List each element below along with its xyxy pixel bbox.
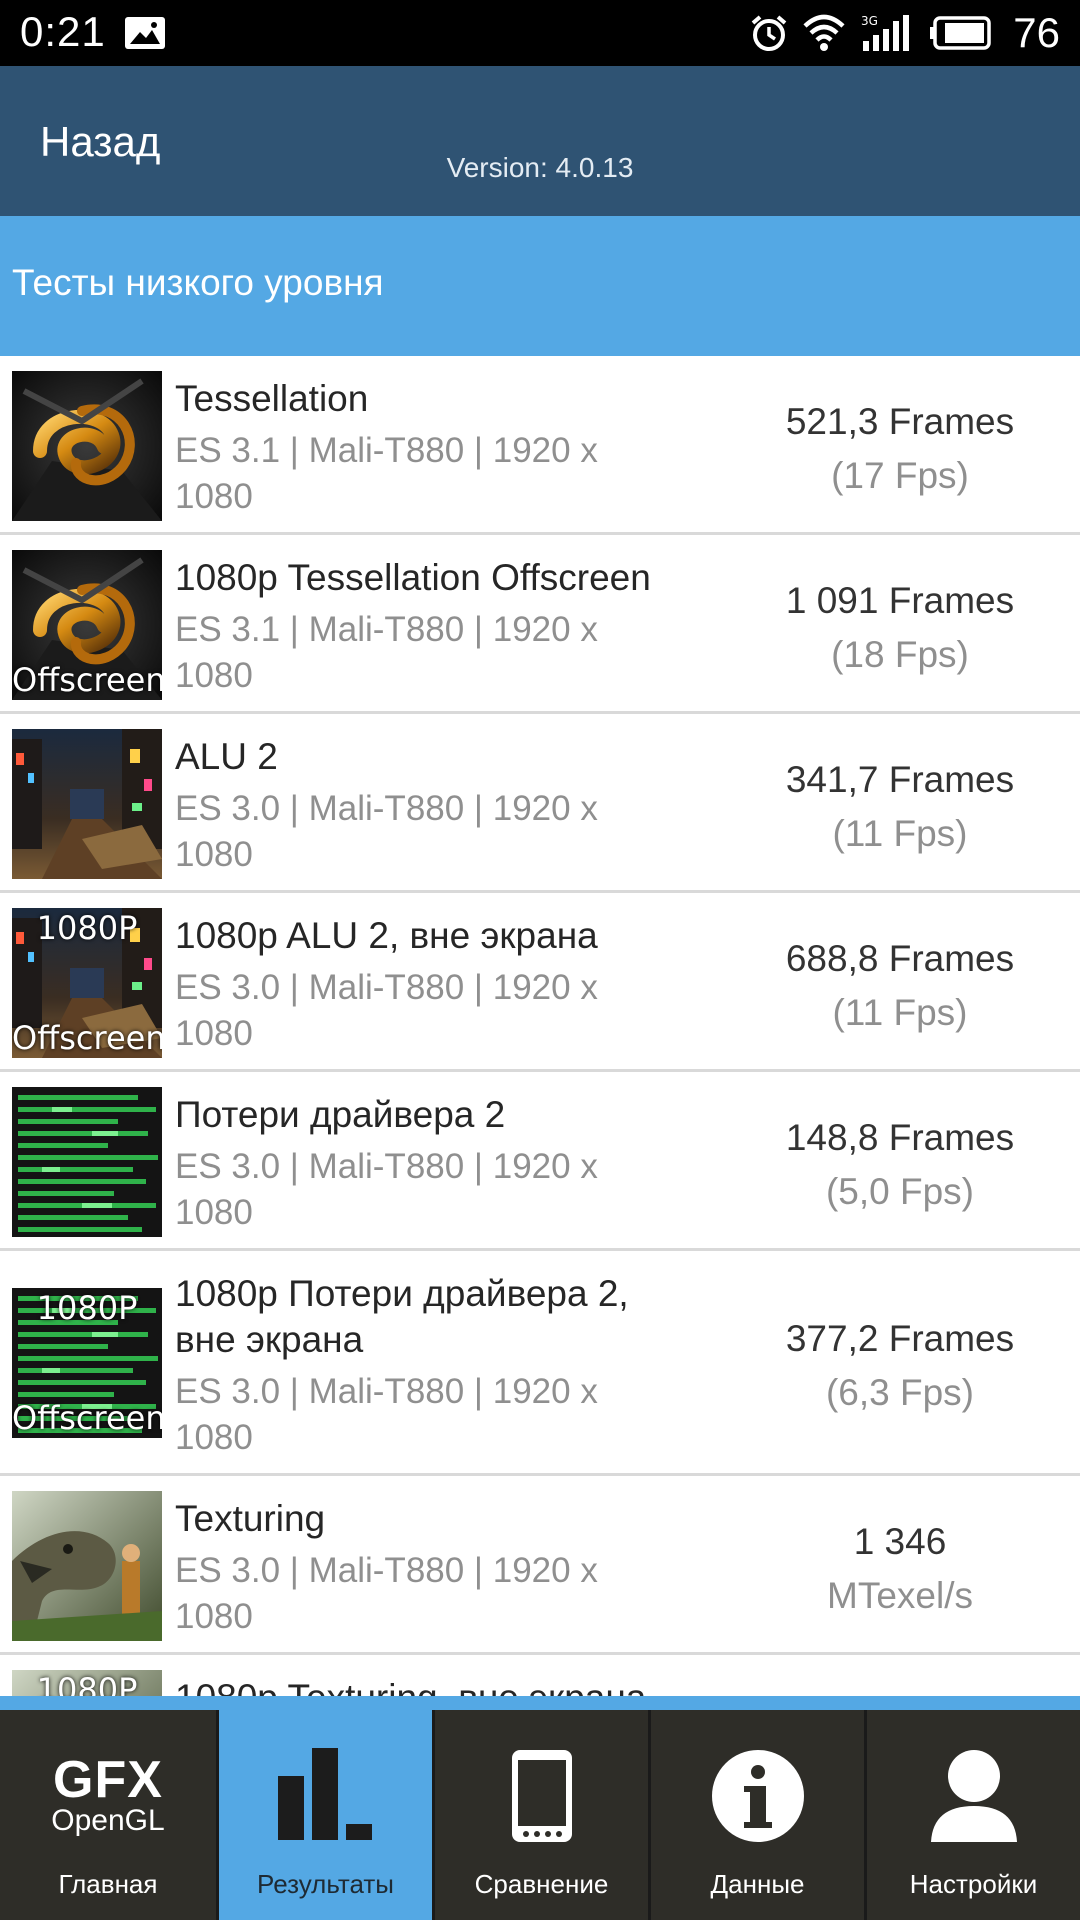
test-fps: (11 Fps)	[832, 813, 968, 854]
battery-level: 76	[1013, 9, 1060, 56]
section-header: Тесты низкого уровня	[0, 216, 1080, 356]
test-details: ES 3.1 | Mali-T880 | 1920 x	[175, 610, 598, 649]
status-bar: 0:21 3G 76	[0, 0, 1080, 66]
test-row-driver-overhead-offscreen[interactable]: 1080P Offscreen 1080p Потери драйвера 2,…	[0, 1251, 1080, 1476]
test-details-resolution: 1080	[175, 835, 253, 874]
results-list[interactable]: Tessellation ES 3.1 | Mali-T880 | 1920 x…	[0, 356, 1080, 1696]
test-row-tessellation[interactable]: Tessellation ES 3.1 | Mali-T880 | 1920 x…	[0, 356, 1080, 535]
tab-label: Результаты	[257, 1869, 394, 1899]
test-title: 1080p ALU 2, вне экрана	[175, 915, 598, 956]
test-details: ES 3.0 | Mali-T880 | 1920 x	[175, 1372, 598, 1411]
image-notification-icon	[125, 17, 165, 49]
thumbnail-driver-overhead	[12, 1087, 162, 1237]
thumbnail-texturing	[12, 1491, 162, 1641]
section-title: Тесты низкого уровня	[12, 262, 384, 303]
wifi-icon	[803, 14, 845, 51]
test-details-resolution: 1080	[175, 1597, 253, 1636]
tab-label: Главная	[58, 1869, 158, 1899]
thumbnail-texturing-offscreen: 1080P	[12, 1670, 162, 1696]
test-details: ES 3.1 | Mali-T880 | 1920 x	[175, 431, 598, 470]
test-details: ES 3.0 | Mali-T880 | 1920 x	[175, 968, 598, 1007]
thumbnail-tessellation-offscreen: Offscreen	[12, 550, 162, 700]
test-title: 1080p Texturing, вне экрана	[175, 1675, 695, 1696]
tab-label: Настройки	[909, 1869, 1038, 1899]
test-score: 1 346	[853, 1521, 947, 1562]
version-label: Version: 4.0.13	[446, 152, 634, 183]
thumbnail-driver-overhead-offscreen: 1080P Offscreen	[12, 1288, 162, 1438]
1080p-badge: 1080P	[36, 909, 138, 947]
test-row-tessellation-offscreen[interactable]: Offscreen 1080p Tessellation Offscreen E…	[0, 535, 1080, 714]
test-score: 1 091 Frames	[785, 580, 1015, 621]
test-fps: (5,0 Fps)	[825, 1171, 975, 1212]
tab-label: Данные	[710, 1869, 805, 1899]
test-fps: (18 Fps)	[831, 634, 969, 675]
status-time: 0:21	[20, 8, 106, 55]
test-title: Потери драйвера 2	[175, 1094, 506, 1135]
test-title: Tessellation	[175, 378, 369, 419]
test-row-texturing[interactable]: Texturing ES 3.0 | Mali-T880 | 1920 x 10…	[0, 1476, 1080, 1655]
test-title-continued: вне экрана	[175, 1319, 364, 1360]
test-fps: (6,3 Fps)	[825, 1372, 975, 1413]
gfx-logo-icon: GFX OpenGL	[51, 1751, 165, 1837]
svg-text:3G: 3G	[861, 14, 878, 28]
test-score: 521,3 Frames	[785, 401, 1015, 442]
test-details-resolution: 1080	[175, 477, 253, 516]
test-title: 1080p Потери драйвера 2,	[175, 1273, 629, 1314]
test-fps: MTexel/s	[827, 1575, 973, 1616]
1080p-badge: 1080P	[36, 1289, 138, 1327]
test-title: Texturing	[175, 1498, 326, 1539]
offscreen-badge: Offscreen	[12, 1399, 162, 1437]
tab-label: Сравнение	[474, 1869, 609, 1899]
test-fps: (11 Fps)	[832, 992, 968, 1033]
tab-home[interactable]: GFX OpenGL Главная	[0, 1710, 216, 1920]
test-details-resolution: 1080	[175, 1418, 253, 1457]
thumbnail-alu2-offscreen: 1080P Offscreen	[12, 908, 162, 1058]
test-details-resolution: 1080	[175, 1014, 253, 1053]
test-fps: (17 Fps)	[831, 455, 969, 496]
test-details: ES 3.0 | Mali-T880 | 1920 x	[175, 789, 598, 828]
test-details: ES 3.0 | Mali-T880 | 1920 x	[175, 1147, 598, 1186]
app-header: Назад Version: 4.0.13	[0, 66, 1080, 216]
test-row-alu2[interactable]: ALU 2 ES 3.0 | Mali-T880 | 1920 x 1080 3…	[0, 714, 1080, 893]
alarm-icon	[751, 15, 787, 51]
test-row-alu2-offscreen[interactable]: 1080P Offscreen 1080p ALU 2, вне экрана …	[0, 893, 1080, 1072]
test-details: ES 3.0 | Mali-T880 | 1920 x	[175, 1551, 598, 1590]
bar-chart-icon	[277, 1748, 372, 1840]
test-score: 341,7 Frames	[785, 759, 1015, 800]
offscreen-badge: Offscreen	[12, 661, 162, 699]
test-title: 1080p Tessellation Offscreen	[175, 557, 651, 598]
test-score: 148,8 Frames	[785, 1117, 1015, 1158]
tab-results[interactable]: Результаты	[216, 1710, 432, 1920]
test-details-resolution: 1080	[175, 656, 253, 695]
test-score: 688,8 Frames	[785, 938, 1015, 979]
offscreen-badge: Offscreen	[12, 1019, 162, 1057]
test-title: ALU 2	[175, 736, 278, 777]
tab-settings[interactable]: Настройки	[864, 1710, 1080, 1920]
1080p-badge: 1080P	[36, 1671, 138, 1696]
thumbnail-tessellation	[12, 371, 162, 521]
info-icon	[711, 1750, 804, 1842]
thumbnail-alu2	[12, 729, 162, 879]
phone-icon	[511, 1750, 572, 1842]
test-row-driver-overhead[interactable]: Потери драйвера 2 ES 3.0 | Mali-T880 | 1…	[0, 1072, 1080, 1251]
test-row-texturing-offscreen[interactable]: 1080P 1080p Texturing, вне экрана	[0, 1655, 1080, 1696]
user-icon	[930, 1750, 1017, 1842]
signal-3g-icon: 3G	[861, 14, 910, 51]
tab-data[interactable]: Данные	[648, 1710, 864, 1920]
test-details-resolution: 1080	[175, 1193, 253, 1232]
battery-icon	[930, 16, 992, 50]
tab-compare[interactable]: Сравнение	[432, 1710, 648, 1920]
bottom-navigation: GFX OpenGL Главная Результаты Сравнение …	[0, 1696, 1080, 1920]
test-score: 377,2 Frames	[785, 1318, 1015, 1359]
